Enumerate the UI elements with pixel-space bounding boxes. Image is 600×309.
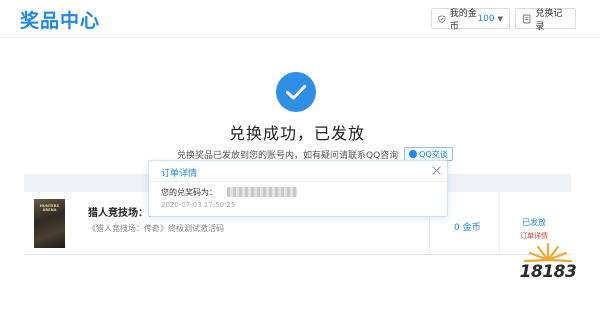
qq-chat-label: QQ交谈 [419,149,448,159]
page-title: 奖品中心 [20,10,101,32]
document-icon [522,14,531,23]
close-icon[interactable] [431,165,442,176]
prize-price: 0 金币 [454,223,481,233]
success-message: 兑换奖品已发放到您的账号内，如有疑问请联系QQ咨询 [177,150,399,161]
success-title: 兑换成功，已发放 [228,124,365,143]
exchange-records-button[interactable]: 兑换记录 [515,8,576,32]
popup-header: 订单详情 [149,161,447,182]
popup-title: 订单详情 [161,169,198,179]
qq-chat-button[interactable]: QQ交谈 [404,147,453,161]
coins-value: 100 [477,13,495,24]
success-message-line: 兑换奖品已发放到您的账号内，如有疑问请联系QQ咨询 QQ交谈 [177,147,453,161]
column-divider [499,192,500,255]
prize-description: 《猎人竞技场：传奇》终极测试激活码 [88,224,224,233]
status-badge: 已发放 [522,218,546,227]
order-timestamp: 2020-07-03 17:50:25 [161,201,236,209]
redeem-code-label: 您的兑奖码为： [161,188,217,197]
success-check-icon [276,72,316,112]
shield-icon [438,14,446,23]
watermark-text: 18183 [519,262,577,282]
records-label: 兑换记录 [535,8,563,32]
order-details-popup: 订单详情 您的兑奖码为： 2020-07-03 17:50:25 [148,160,448,217]
redeem-code-blurred[interactable] [227,187,297,197]
chevron-down-icon: ▼ [497,14,503,23]
my-coins-button[interactable]: 我的金币 100 ▼ [431,8,510,32]
game-cover-image: HUNTERS ARENA [34,199,65,248]
cover-title: HUNTERS ARENA [39,204,60,212]
page: 奖品中心 我的金币 100 ▼ 兑换记录 兑换成功，已发放 兑换奖品已发放到您的… [0,0,600,309]
header: 奖品中心 我的金币 100 ▼ 兑换记录 [0,0,600,38]
qq-icon [409,150,418,158]
coins-label: 我的金币 [449,8,477,32]
